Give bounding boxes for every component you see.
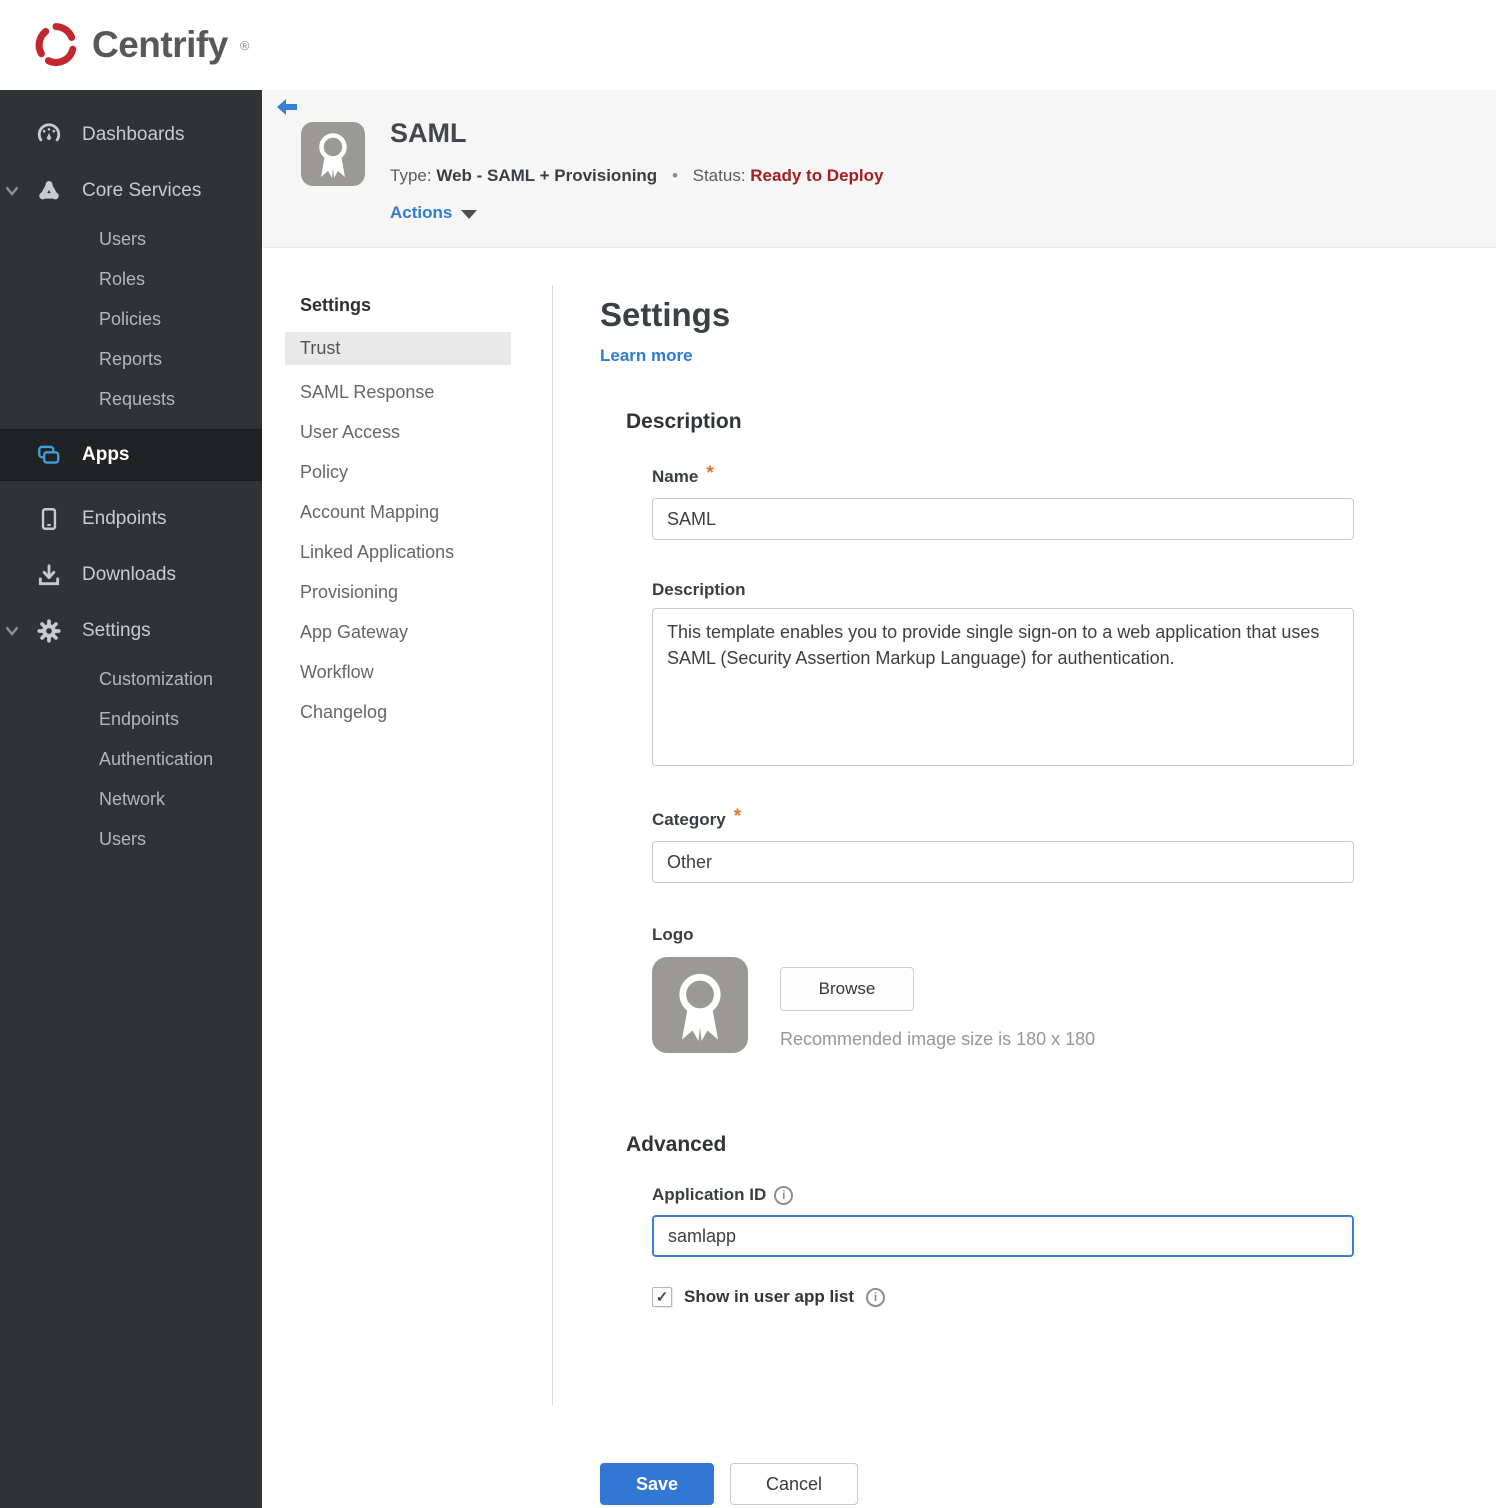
settings-form: Settings Learn more Description Name * D… (600, 248, 1410, 1508)
sidebar-item-label: Core Services (82, 180, 202, 201)
sidebar-item-label: Endpoints (82, 508, 167, 529)
browse-button[interactable]: Browse (780, 967, 914, 1011)
type-label: Type: (390, 166, 432, 185)
sidebar-item-users[interactable]: Users (0, 219, 262, 259)
sidebar-item-dashboards[interactable]: Dashboards (0, 107, 262, 163)
save-button[interactable]: Save (600, 1463, 714, 1505)
registered-mark: ® (239, 37, 250, 53)
subnav-item-workflow[interactable]: Workflow (262, 652, 552, 692)
show-in-user-app-list-checkbox[interactable] (652, 1287, 672, 1307)
subnav-item-saml-response[interactable]: SAML Response (262, 372, 552, 412)
subnav-item-trust[interactable]: Trust (285, 332, 511, 365)
award-ribbon-icon (652, 957, 748, 1053)
sidebar-item-authentication[interactable]: Authentication (0, 739, 262, 779)
brand-logo: Centrify ® (30, 19, 249, 71)
description-section-heading: Description (626, 410, 742, 433)
app-header: SAML Type: Web - SAML + Provisioning • S… (262, 90, 1496, 248)
sidebar-item-settings-endpoints[interactable]: Endpoints (0, 699, 262, 739)
sidebar-item-endpoints[interactable]: Endpoints (0, 491, 262, 547)
subnav-item-changelog[interactable]: Changelog (262, 692, 552, 732)
gear-icon (36, 618, 62, 644)
sidebar-item-requests[interactable]: Requests (0, 379, 262, 419)
meta-separator: • (671, 166, 678, 185)
sidebar-item-downloads[interactable]: Downloads (0, 547, 262, 603)
required-asterisk: * (706, 463, 714, 484)
logo-size-hint: Recommended image size is 180 x 180 (780, 1029, 1096, 1049)
gauge-icon (36, 122, 62, 148)
sidebar-item-label: Requests (99, 388, 176, 409)
sidebar-item-core-services[interactable]: Core Services (0, 163, 262, 219)
subnav-header: Settings (300, 295, 372, 315)
actions-menu-button[interactable]: Actions (390, 203, 478, 223)
caret-down-icon (461, 209, 478, 219)
description-label: Description (652, 580, 746, 599)
download-icon (36, 562, 62, 588)
sidebar-item-apps[interactable]: Apps (0, 429, 262, 481)
award-ribbon-icon (301, 122, 365, 186)
sidebar-item-label: Authentication (99, 748, 214, 769)
sidebar-item-settings[interactable]: Settings (0, 603, 262, 659)
sidebar-item-policies[interactable]: Policies (0, 299, 262, 339)
sidebar: Dashboards Core Services Users Roles Pol… (0, 90, 262, 1508)
application-id-label: Application ID (652, 1185, 767, 1204)
subnav-item-account-mapping[interactable]: Account Mapping (262, 492, 552, 532)
settings-subnav: Settings Trust SAML Response User Access… (262, 248, 552, 1508)
vertical-divider (552, 285, 553, 1405)
type-value: Web - SAML + Provisioning (436, 166, 658, 185)
centrify-swirl-icon (30, 19, 82, 71)
app-title: SAML (390, 118, 467, 148)
sidebar-item-label: Settings (82, 620, 151, 641)
page-title: Settings (600, 296, 731, 333)
app-meta: Type: Web - SAML + Provisioning • Status… (390, 166, 883, 186)
sidebar-item-label: Network (99, 788, 166, 809)
subnav-item-policy[interactable]: Policy (262, 452, 552, 492)
info-icon[interactable] (866, 1287, 886, 1307)
subnav-item-linked-applications[interactable]: Linked Applications (262, 532, 552, 572)
learn-more-link[interactable]: Learn more (600, 346, 693, 366)
subnav-item-app-gateway[interactable]: App Gateway (262, 612, 552, 652)
logo-label: Logo (652, 925, 694, 944)
required-asterisk: * (733, 806, 742, 827)
sidebar-item-label: Roles (99, 268, 146, 289)
category-field[interactable] (652, 841, 1354, 883)
info-icon[interactable] (774, 1185, 794, 1205)
status-label: Status: (692, 166, 746, 185)
back-arrow-icon[interactable] (276, 98, 298, 118)
sidebar-item-label: Apps (82, 444, 130, 465)
sidebar-item-label: Policies (99, 308, 162, 329)
sidebar-item-network[interactable]: Network (0, 779, 262, 819)
subnav-item-user-access[interactable]: User Access (262, 412, 552, 452)
name-field[interactable] (652, 498, 1354, 540)
sidebar-item-label: Dashboards (82, 124, 185, 145)
apps-icon (36, 442, 62, 468)
sidebar-item-label: Customization (99, 668, 214, 689)
description-field[interactable]: This template enables you to provide sin… (652, 608, 1354, 766)
smartphone-icon (36, 506, 62, 532)
name-label: Name (652, 467, 699, 486)
category-label: Category (652, 810, 726, 829)
sidebar-item-customization[interactable]: Customization (0, 659, 262, 699)
sidebar-item-reports[interactable]: Reports (0, 339, 262, 379)
sidebar-item-label: Reports (99, 348, 163, 369)
chevron-down-icon (5, 626, 19, 636)
sidebar-item-label: Users (99, 828, 147, 849)
actions-label: Actions (390, 203, 453, 222)
cancel-button[interactable]: Cancel (730, 1463, 858, 1505)
core-services-icon (36, 178, 62, 204)
brand-name: Centrify (92, 24, 228, 65)
top-brand-bar: Centrify ® (0, 0, 1496, 90)
show-in-user-app-list-label: Show in user app list (684, 1287, 855, 1306)
application-id-field[interactable] (652, 1215, 1354, 1257)
subnav-item-provisioning[interactable]: Provisioning (262, 572, 552, 612)
advanced-section-heading: Advanced (626, 1133, 727, 1156)
sidebar-item-roles[interactable]: Roles (0, 259, 262, 299)
chevron-down-icon (5, 186, 19, 196)
sidebar-item-settings-users[interactable]: Users (0, 819, 262, 859)
sidebar-item-label: Downloads (82, 564, 176, 585)
sidebar-item-label: Endpoints (99, 708, 180, 729)
status-badge: Ready to Deploy (750, 166, 884, 185)
sidebar-item-label: Users (99, 228, 147, 249)
